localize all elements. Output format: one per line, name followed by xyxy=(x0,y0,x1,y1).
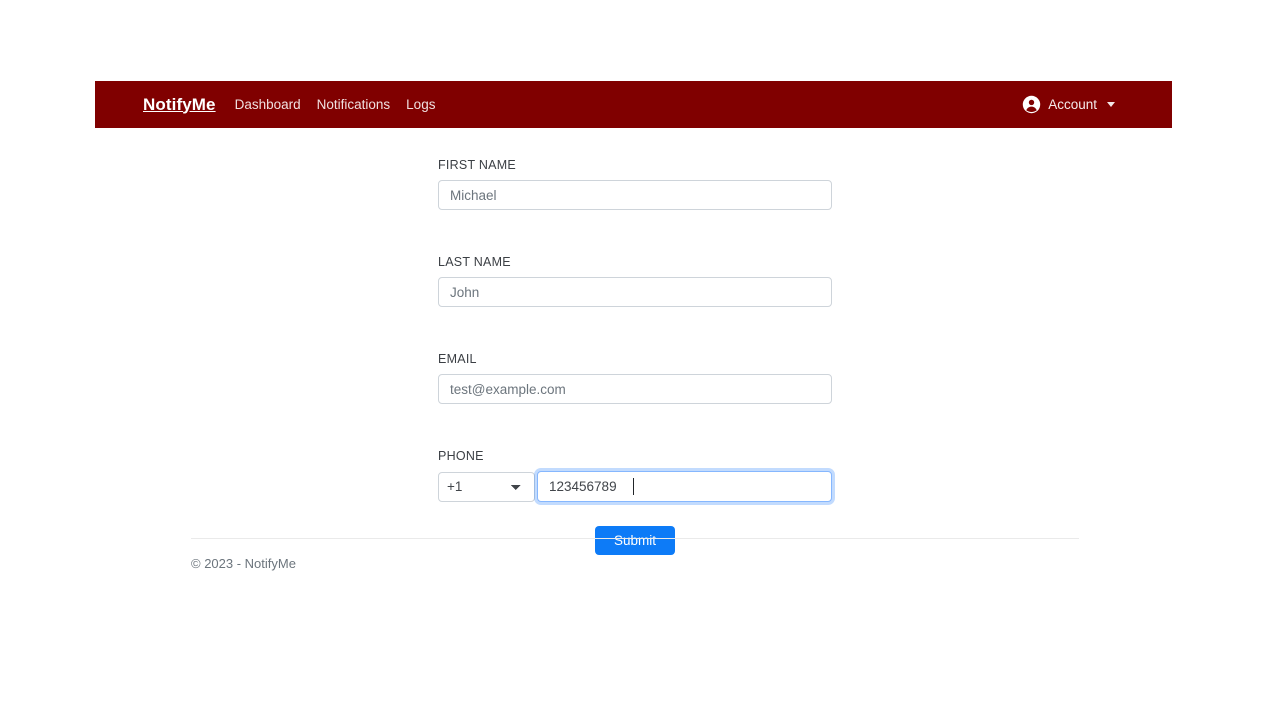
label-phone: PHONE xyxy=(438,449,484,463)
phone-row: +1 xyxy=(438,471,832,502)
field-first-name: FIRST NAME xyxy=(438,158,832,210)
field-phone: PHONE +1 xyxy=(438,449,832,502)
caret-down-icon xyxy=(1107,102,1115,107)
account-menu[interactable]: Account xyxy=(1022,95,1172,114)
submit-row: Submit xyxy=(438,526,832,555)
contact-form: FIRST NAME LAST NAME EMAIL PHONE +1 xyxy=(438,158,832,555)
last-name-input[interactable] xyxy=(438,277,832,307)
navbar: NotifyMe Dashboard Notifications Logs Ac… xyxy=(95,81,1172,128)
first-name-input[interactable] xyxy=(438,180,832,210)
footer-copyright: © 2023 - NotifyMe xyxy=(191,556,296,571)
field-email: EMAIL xyxy=(438,352,832,404)
label-last-name: LAST NAME xyxy=(438,255,511,269)
phone-input-wrapper xyxy=(537,471,832,502)
navbar-brand[interactable]: NotifyMe xyxy=(143,95,216,115)
nav-link-dashboard[interactable]: Dashboard xyxy=(235,97,301,112)
phone-number-input[interactable] xyxy=(537,471,832,502)
account-label: Account xyxy=(1048,97,1097,112)
email-input[interactable] xyxy=(438,374,832,404)
country-code-select[interactable]: +1 xyxy=(438,471,535,502)
text-cursor xyxy=(633,478,634,495)
account-circle-icon xyxy=(1023,95,1041,114)
field-last-name: LAST NAME xyxy=(438,255,832,307)
nav-link-logs[interactable]: Logs xyxy=(406,97,435,112)
label-first-name: FIRST NAME xyxy=(438,158,516,172)
navbar-links: Dashboard Notifications Logs xyxy=(235,97,436,112)
footer-divider xyxy=(191,538,1079,539)
submit-button[interactable]: Submit xyxy=(594,526,676,555)
nav-link-notifications[interactable]: Notifications xyxy=(317,97,391,112)
page-root: NotifyMe Dashboard Notifications Logs Ac… xyxy=(0,0,1280,720)
label-email: EMAIL xyxy=(438,352,477,366)
